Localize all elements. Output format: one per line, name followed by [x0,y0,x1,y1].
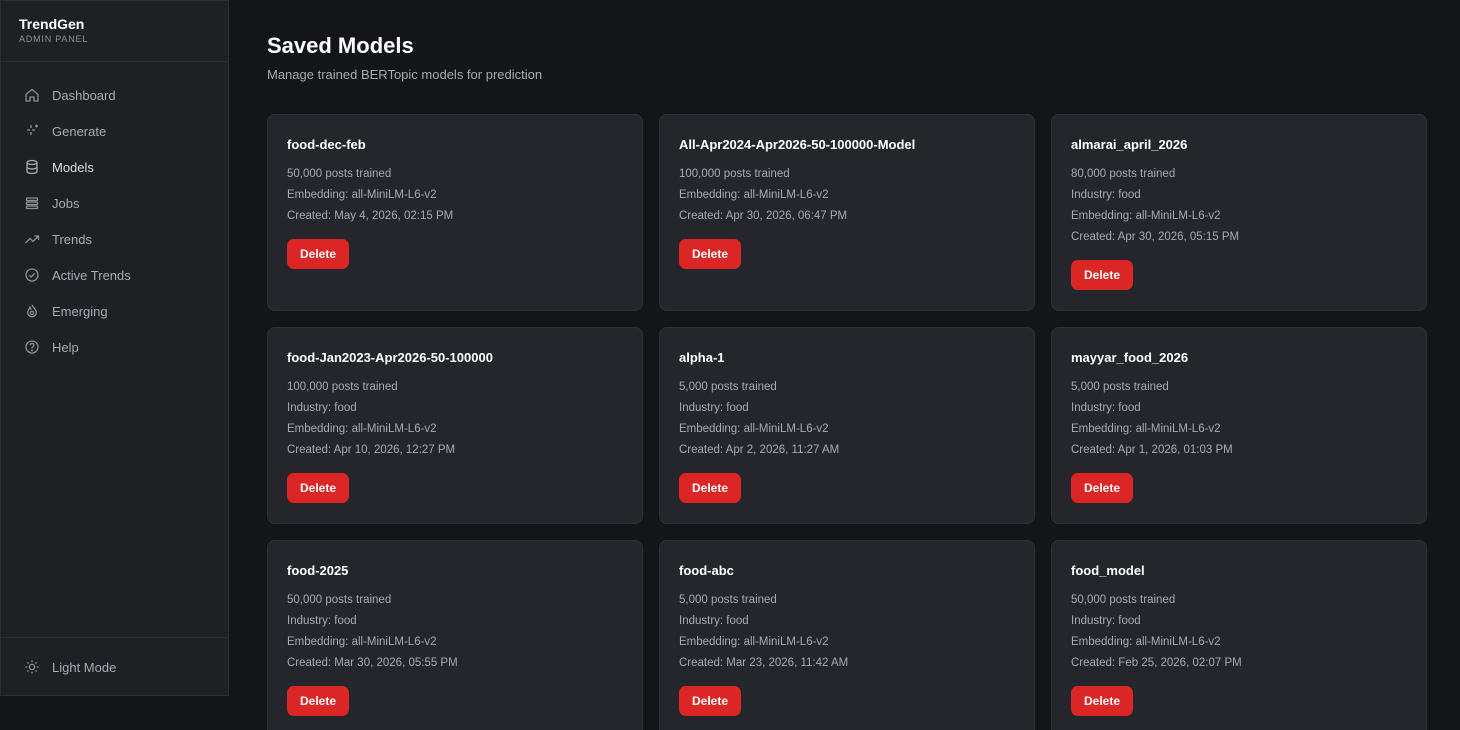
sidebar-item-emerging[interactable]: Emerging [1,293,228,329]
model-detail: Industry: food [679,615,749,627]
model-card: almarai_april_2026 80,000 posts trained In… [1051,114,1427,311]
model-detail: Embedding: all-MiniLM-L6-v2 [287,189,437,201]
theme-toggle-button[interactable]: Light Mode [1,649,228,685]
delete-button[interactable]: Delete [287,686,350,716]
database-icon [24,159,40,175]
model-detail: 50,000 posts trained [287,168,392,180]
model-card: All-Apr2024-Apr2026-50-100000-Model 100,0… [659,114,1035,311]
sidebar-item-label: Models [52,159,94,175]
sidebar-item-label: Active Trends [52,267,131,283]
model-detail: Industry: food [287,615,357,627]
sidebar-item-generate[interactable]: Generate [1,113,228,149]
model-detail: Created: Mar 30, 2026, 05:55 PM [287,657,458,669]
model-detail: Embedding: all-MiniLM-L6-v2 [1071,210,1221,222]
sidebar-item-dashboard[interactable]: Dashboard [1,77,228,113]
model-card: alpha-1 5,000 posts trained Industry: food… [659,327,1035,524]
model-detail: 5,000 posts trained [679,594,777,606]
delete-button[interactable]: Delete [1071,686,1134,716]
model-detail: Embedding: all-MiniLM-L6-v2 [287,636,437,648]
model-detail: Created: Apr 30, 2026, 05:15 PM [1071,231,1240,243]
model-detail: 50,000 posts trained [287,594,392,606]
theme-toggle-label: Light Mode [52,659,117,675]
sun-icon [24,659,40,675]
sidebar-footer: Light Mode [1,637,228,695]
model-detail: 5,000 posts trained [679,381,777,393]
model-card: food_model 50,000 posts trained Industry: … [1051,540,1427,730]
model-detail: Industry: food [287,402,357,414]
help-circle-icon [24,339,40,355]
main-content: Saved Models Manage trained BERTopic mod… [229,0,1460,730]
sidebar-item-label: Trends [52,231,92,247]
model-detail: Created: Mar 23, 2026, 11:42 AM [679,657,849,669]
sidebar-item-label: Help [52,339,79,355]
brand: TrendGen ADMIN PANEL [1,1,228,62]
page-title: Saved Models [267,33,414,58]
sidebar-item-help[interactable]: Help [1,329,228,365]
model-detail: Embedding: all-MiniLM-L6-v2 [1071,423,1221,435]
model-detail: Embedding: all-MiniLM-L6-v2 [679,423,829,435]
model-detail: Industry: food [1071,402,1141,414]
model-name: food-Jan2023-Apr2026-50-100000 [287,350,493,365]
delete-button[interactable]: Delete [679,686,742,716]
model-card: food-2025 50,000 posts trained Industry: f… [267,540,643,730]
model-name: almarai_april_2026 [1071,137,1188,152]
sidebar-nav: Dashboard Generate Models Jobs Trends Ac… [1,77,228,365]
model-detail: 80,000 posts trained [1071,168,1176,180]
page-subtitle: Manage trained BERTopic models for predi… [267,67,543,82]
model-detail: Industry: food [679,402,749,414]
model-detail: Industry: food [1071,615,1141,627]
delete-button[interactable]: Delete [287,473,350,503]
delete-button[interactable]: Delete [287,239,350,269]
delete-button[interactable]: Delete [1071,473,1134,503]
sidebar-item-label: Dashboard [52,87,116,103]
delete-button[interactable]: Delete [1071,260,1134,290]
model-detail: 5,000 posts trained [1071,381,1169,393]
model-name: All-Apr2024-Apr2026-50-100000-Model [679,137,916,152]
model-detail: Embedding: all-MiniLM-L6-v2 [287,423,437,435]
trending-up-icon [24,231,40,247]
list-icon [24,195,40,211]
brand-subtitle: ADMIN PANEL [19,34,89,44]
delete-button[interactable]: Delete [679,239,742,269]
model-name: mayyar_food_2026 [1071,350,1189,365]
model-detail: 100,000 posts trained [679,168,790,180]
app: TrendGen ADMIN PANEL Dashboard Generate [0,0,1460,730]
model-grid: food-dec-feb 50,000 posts trained Embeddin… [267,114,1427,730]
model-detail: Created: Apr 2, 2026, 11:27 AM [679,444,840,456]
model-detail: Created: Apr 30, 2026, 06:47 PM [679,210,848,222]
sidebar-item-jobs[interactable]: Jobs [1,185,228,221]
model-name: food_model [1071,563,1145,578]
model-card: mayyar_food_2026 5,000 posts trained Indus… [1051,327,1427,524]
sidebar-item-label: Emerging [52,303,108,319]
model-card: food-abc 5,000 posts trained Industry: foo… [659,540,1035,730]
model-detail: 100,000 posts trained [287,381,398,393]
flame-icon [24,303,40,319]
model-detail: Created: Feb 25, 2026, 02:07 PM [1071,657,1242,669]
model-card: food-dec-feb 50,000 posts trained Embeddin… [267,114,643,311]
model-name: food-abc [679,563,734,578]
model-card: food-Jan2023-Apr2026-50-100000 100,000 po… [267,327,643,524]
model-detail: 50,000 posts trained [1071,594,1176,606]
sidebar-item-label: Generate [52,123,107,139]
brand-name: TrendGen [19,16,85,32]
model-name: food-2025 [287,563,349,578]
model-detail: Created: Apr 1, 2026, 01:03 PM [1071,444,1233,456]
model-detail: Embedding: all-MiniLM-L6-v2 [1071,636,1221,648]
delete-button[interactable]: Delete [679,473,742,503]
model-detail: Industry: food [1071,189,1141,201]
sidebar-item-active-trends[interactable]: Active Trends [1,257,228,293]
model-detail: Created: Apr 10, 2026, 12:27 PM [287,444,456,456]
sparkles-icon [24,123,40,139]
check-circle-icon [24,267,40,283]
sidebar: TrendGen ADMIN PANEL Dashboard Generate [0,0,229,696]
sidebar-item-label: Jobs [52,195,80,211]
model-detail: Created: May 4, 2026, 02:15 PM [287,210,454,222]
model-detail: Embedding: all-MiniLM-L6-v2 [679,189,829,201]
sidebar-item-models[interactable]: Models [1,149,228,185]
model-name: alpha-1 [679,350,725,365]
model-name: food-dec-feb [287,137,366,152]
home-icon [24,87,40,103]
sidebar-item-trends[interactable]: Trends [1,221,228,257]
model-detail: Embedding: all-MiniLM-L6-v2 [679,636,829,648]
